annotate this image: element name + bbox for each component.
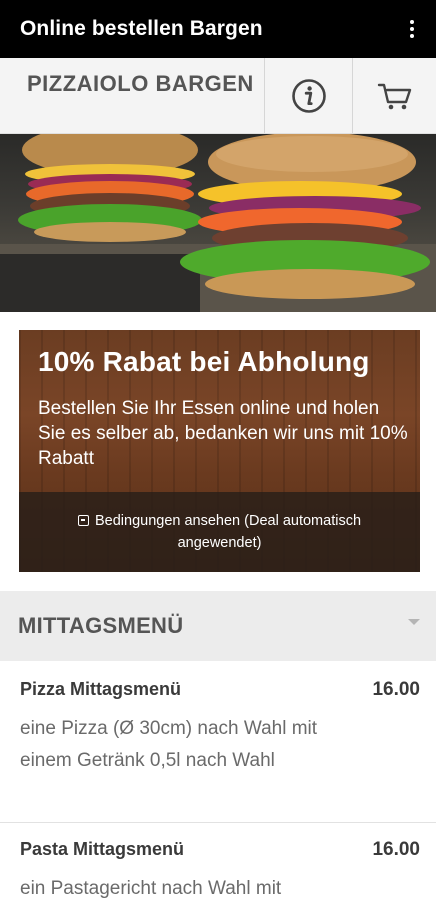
menu-item[interactable]: Pizza Mittagsmenü 16.00 eine Pizza (Ø 30…	[0, 679, 436, 777]
shop-name: PIZZAIOLO BARGEN	[27, 71, 254, 96]
app-bar: Online bestellen Bargen	[0, 0, 436, 58]
caret-down-icon	[408, 619, 420, 625]
section-title: MITTAGSMENÜ	[18, 613, 184, 638]
promo-description: Bestellen Sie Ihr Essen online und holen…	[38, 398, 408, 469]
shop-bar: PIZZAIOLO BARGEN	[0, 58, 436, 134]
terms-label: Bedingungen ansehen (Deal automatisch an…	[94, 513, 362, 551]
promo-terms-bar[interactable]: Bedingungen ansehen (Deal automatisch an…	[19, 492, 420, 572]
cart-icon	[377, 83, 411, 110]
hero-image	[0, 134, 436, 312]
cart-button[interactable]	[352, 58, 436, 133]
info-icon	[291, 79, 326, 113]
item-price: 16.00	[372, 839, 420, 860]
promo-title: 10% Rabat bei Abholung	[38, 346, 370, 377]
item-description: ein Pastagericht nach Wahl mit	[20, 878, 282, 899]
kebab-menu-icon[interactable]	[400, 14, 424, 44]
item-name: Pasta Mittagsmenü	[20, 839, 185, 859]
divider	[0, 822, 436, 823]
promo-card: 10% Rabat bei Abholung Bestellen Sie Ihr…	[19, 330, 420, 572]
terms-link[interactable]: Bedingungen ansehen (Deal automatisch an…	[49, 510, 390, 554]
collapse-square-icon	[77, 515, 89, 526]
item-description: eine Pizza (Ø 30cm) nach Wahl mit einem …	[20, 718, 318, 771]
item-price: 16.00	[372, 679, 420, 700]
section-header-mittagsmenu[interactable]: MITTAGSMENÜ	[0, 591, 436, 661]
menu-item[interactable]: Pasta Mittagsmenü 16.00 ein Pastagericht…	[0, 839, 436, 905]
info-button[interactable]	[264, 58, 352, 133]
burger-illustration	[0, 134, 436, 312]
app-title: Online bestellen Bargen	[20, 17, 263, 40]
item-name: Pizza Mittagsmenü	[20, 679, 182, 699]
